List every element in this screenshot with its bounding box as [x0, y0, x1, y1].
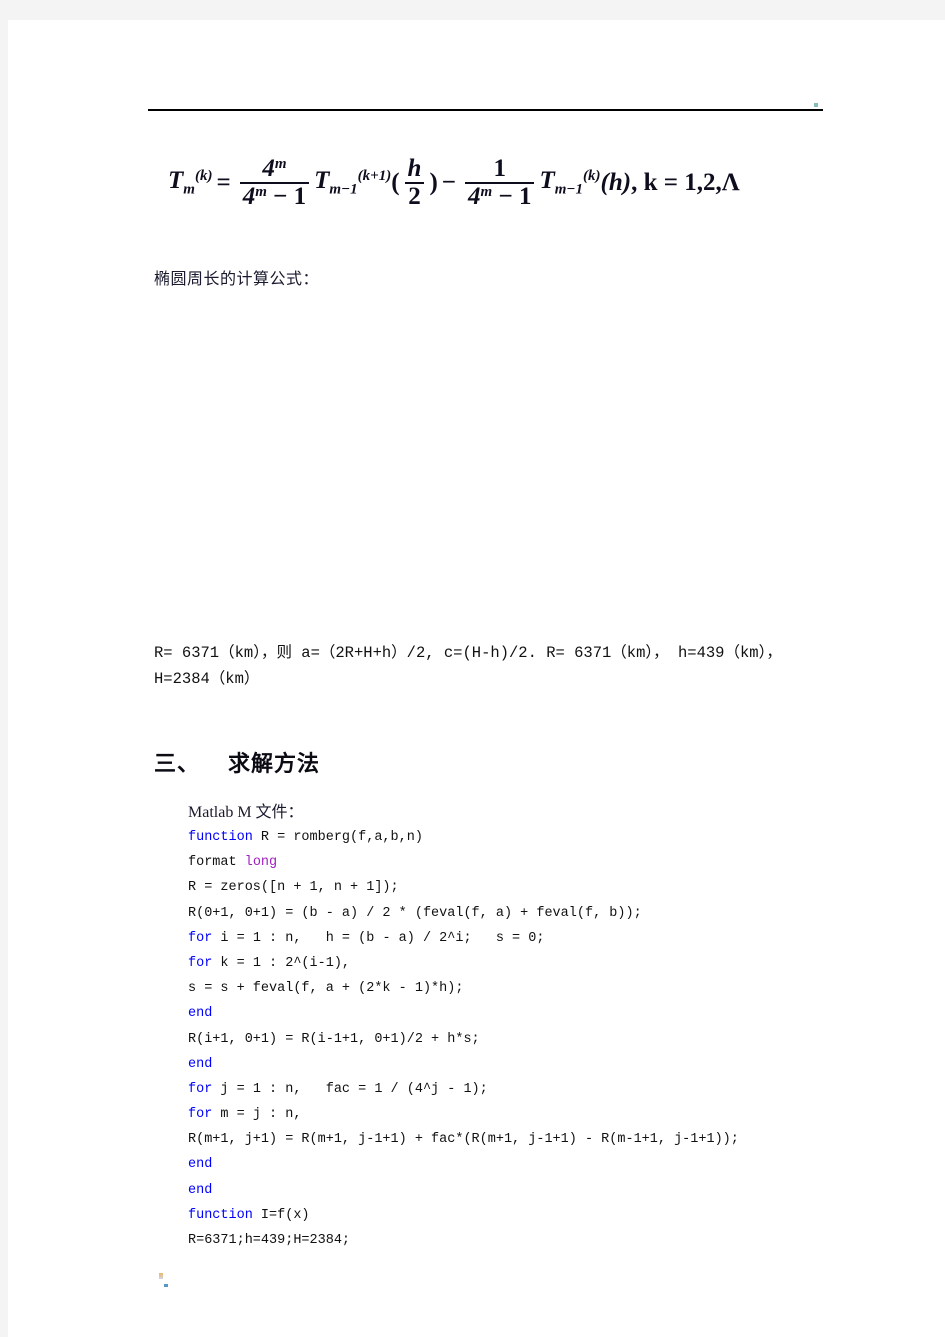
code-line: R(0+1, 0+1) = (b - a) / 2 * (feval(f, a)…: [188, 901, 888, 926]
code-keyword: for: [188, 1107, 213, 1123]
code-literal: long: [244, 855, 278, 871]
code-text: R(0+1, 0+1) = (b - a) / 2 * (feval(f, a)…: [188, 905, 642, 921]
ellipse-circumference-caption: 椭圆周长的计算公式：: [154, 271, 320, 288]
code-line: end: [188, 1001, 888, 1026]
code-text: R(i+1, 0+1) = R(i-1+1, 0+1)/2 + h*s;: [188, 1031, 480, 1047]
code-line: function R = romberg(f,a,b,n): [188, 825, 888, 850]
formula-minus: −: [441, 169, 457, 196]
code-text: I=f(x): [252, 1207, 310, 1223]
code-keyword: for: [188, 955, 213, 971]
formula-paren-close: ): [429, 169, 438, 196]
code-text: R = zeros([n + 1, n + 1]);: [188, 880, 399, 896]
code-keyword: end: [188, 1157, 213, 1173]
code-keyword: end: [188, 1182, 213, 1198]
formula-paren-open: (: [391, 169, 400, 196]
code-text: k = 1 : 2^(i-1),: [212, 955, 351, 971]
header-horizontal-rule: [148, 109, 823, 111]
formula-fraction-first: 4m 4m − 1: [239, 155, 310, 211]
code-text: R=6371;h=439;H=2384;: [188, 1233, 351, 1248]
code-line: for j = 1 : n, fac = 1 / (4^j - 1);: [188, 1077, 888, 1102]
formula-fraction-second: 1 4m − 1: [465, 155, 535, 211]
section-heading-solution-method: 三、 求解方法: [154, 746, 320, 778]
code-line: for m = j : n,: [188, 1102, 888, 1127]
code-line: s = s + feval(f, a + (2*k - 1)*h);: [188, 976, 888, 1001]
code-text: format: [188, 855, 245, 871]
code-line: format long: [188, 850, 888, 875]
code-keyword: end: [188, 1006, 213, 1022]
code-line: R = zeros([n + 1, n + 1]);: [188, 875, 888, 900]
code-text: i = 1 : n, h = (b - a) / 2^i; s = 0;: [212, 930, 545, 946]
parameters-paragraph: R= 6371（km），则 a=（2R+H+h）/2, c=(H-h)/2. R…: [154, 640, 829, 692]
code-text: R = romberg(f,a,b,n): [252, 830, 423, 845]
section-title: 求解方法: [228, 751, 321, 776]
code-line: end: [188, 1152, 888, 1177]
formula-equals: =: [216, 169, 231, 196]
code-intro-label: Matlab M 文件：: [188, 804, 304, 821]
code-line: R=6371;h=439;H=2384;: [188, 1228, 888, 1253]
code-line: for k = 1 : 2^(i-1),: [188, 951, 888, 976]
code-keyword: function: [188, 1207, 253, 1223]
code-text: s = s + feval(f, a + (2*k - 1)*h);: [188, 981, 464, 997]
code-keyword: for: [188, 930, 213, 946]
formula-tail: , k = 1,2,Λ: [631, 169, 740, 196]
code-keyword: function: [188, 830, 253, 845]
formula-lhs: Tm(k): [168, 167, 213, 198]
parameters-line-2: H=2384（km）: [154, 670, 260, 688]
code-line: end: [188, 1052, 888, 1077]
formula-term-one-T: Tm−1(k+1): [314, 167, 392, 198]
parameters-line-1: R= 6371（km），则 a=（2R+H+h）/2, c=(H-h)/2. R…: [154, 644, 782, 662]
romberg-formula: Tm(k) = 4m 4m − 1 Tm−1(k+1) ( h 2 ) − 1 …: [168, 148, 828, 218]
code-line: end: [188, 1178, 888, 1203]
formula-term-two-arg: (h): [600, 169, 632, 196]
section-number: 三、: [154, 751, 201, 776]
code-text: j = 1 : n, fac = 1 / (4^j - 1);: [212, 1081, 488, 1097]
code-line: R(m+1, j+1) = R(m+1, j-1+1) + fac*(R(m+1…: [188, 1127, 888, 1152]
bottom-artifact-mark-a: [159, 1273, 163, 1279]
code-text: R(m+1, j+1) = R(m+1, j-1+1) + fac*(R(m+1…: [188, 1132, 739, 1148]
formula-fraction-h-over-2: h 2: [404, 155, 425, 211]
code-line: for i = 1 : n, h = (b - a) / 2^i; s = 0;: [188, 926, 888, 951]
document-page: Tm(k) = 4m 4m − 1 Tm−1(k+1) ( h 2 ) − 1 …: [8, 20, 945, 1337]
code-line: function I=f(x): [188, 1203, 888, 1228]
code-keyword: for: [188, 1081, 213, 1097]
code-keyword: end: [188, 1056, 213, 1072]
formula-term-two-T: Tm−1(k): [539, 167, 601, 198]
figure-placeholder-blank: [154, 312, 824, 628]
header-artifact-mark: [814, 103, 818, 107]
code-line: R(i+1, 0+1) = R(i-1+1, 0+1)/2 + h*s;: [188, 1027, 888, 1052]
code-text: m = j : n,: [212, 1107, 302, 1123]
matlab-code-block: function R = romberg(f,a,b,n) format long…: [188, 825, 888, 1253]
bottom-artifact-mark-b: [164, 1284, 168, 1287]
